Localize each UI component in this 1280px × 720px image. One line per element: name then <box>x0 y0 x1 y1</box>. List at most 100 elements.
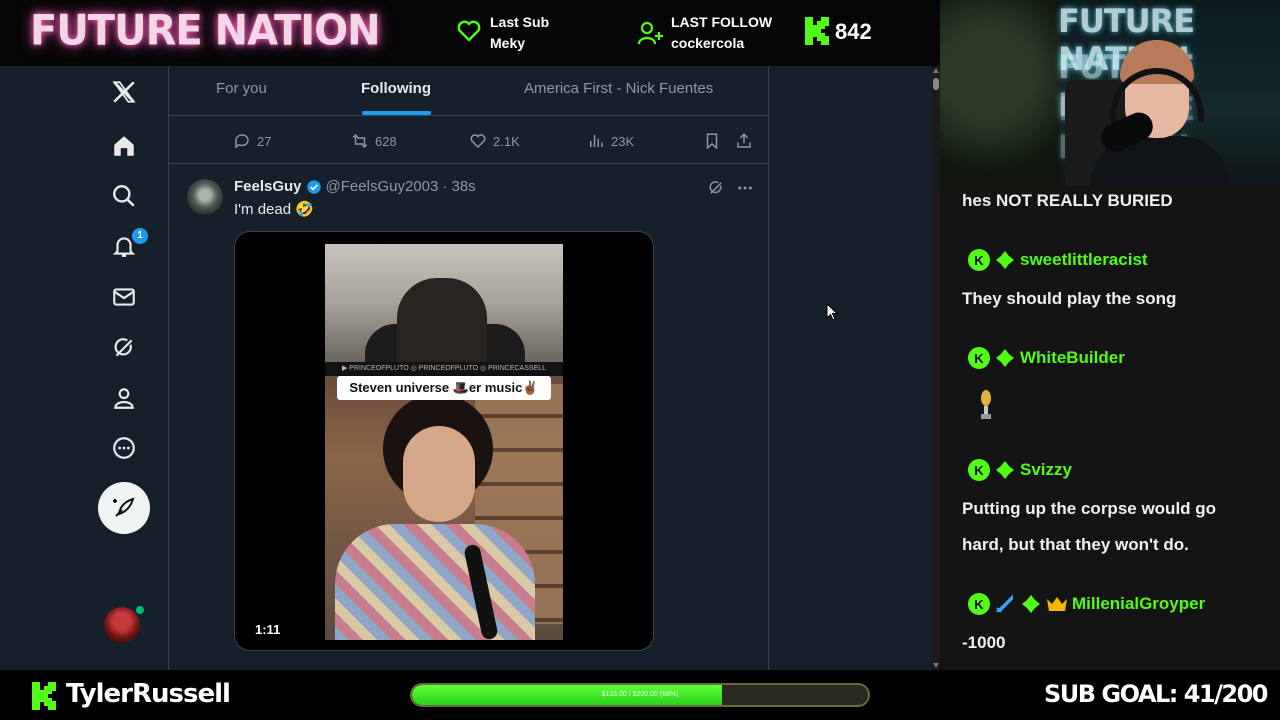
sword-badge-icon <box>994 593 1016 615</box>
compose-post-button[interactable] <box>98 482 150 534</box>
kick-logo-icon <box>805 17 829 45</box>
last-sub-label: Last Sub <box>490 14 550 30</box>
bookmark-icon <box>706 133 718 150</box>
tab-america-first-list[interactable]: America First - Nick Fuentes <box>524 80 713 97</box>
analytics-icon <box>590 135 603 147</box>
x-logo-icon[interactable] <box>108 76 140 108</box>
grok-explain-icon[interactable] <box>707 179 725 197</box>
browser-scrollbar[interactable] <box>932 66 940 670</box>
repost-count: 628 <box>375 133 397 149</box>
timeline-column: 27 628 2.1K 23K FeelsGuy @FeelsGuy2003 ·… <box>168 66 769 670</box>
last-sub-name: Meky <box>490 35 526 51</box>
mail-icon[interactable] <box>108 281 140 313</box>
chat-message-text: hes NOT REALLY BURIED <box>962 191 1173 210</box>
video-person-face <box>403 426 475 522</box>
heart-icon <box>470 134 486 149</box>
post-text: I'm dead 🤣 <box>234 201 314 218</box>
search-icon[interactable] <box>108 180 140 212</box>
online-status-dot <box>136 606 144 614</box>
heart-icon <box>456 20 482 48</box>
reply-icon <box>235 134 249 149</box>
grok-icon[interactable] <box>108 332 140 364</box>
kick-badge-icon: K <box>968 459 990 481</box>
more-circle-icon[interactable] <box>108 432 140 464</box>
stream-bottom-bar: TylerRussell $133.00 / $200.00 (68%) SUB… <box>0 670 1280 720</box>
repost-button[interactable]: 628 <box>351 132 397 150</box>
timeline-tabs: For you Following America First - Nick F… <box>169 66 768 116</box>
video-social-strip: ▶ PRINCEOFPLUTO ◎ PRINCEOFPLUTO ◎ PRINCE… <box>325 362 563 376</box>
account-avatar[interactable] <box>104 607 140 643</box>
chat-username[interactable]: Svizzy <box>1020 460 1072 480</box>
kick-badge-icon: K <box>968 593 990 615</box>
sub-diamond-icon <box>994 249 1016 271</box>
video-frame: ▶ PRINCEOFPLUTO ◎ PRINCEOFPLUTO ◎ PRINCE… <box>325 244 563 640</box>
channel-name: TylerRussell <box>66 679 231 709</box>
brand-logo: FUTURE NATION <box>30 6 381 56</box>
webcam-plant <box>940 0 1060 186</box>
post-video[interactable]: ▶ PRINCEOFPLUTO ◎ PRINCEOFPLUTO ◎ PRINCE… <box>234 231 654 651</box>
stream-top-bar: FUTURE NATION Last Sub Meky LAST FOLLOW … <box>0 0 940 66</box>
sub-diamond-icon <box>994 459 1016 481</box>
home-icon[interactable] <box>108 130 140 162</box>
video-duration: 1:11 <box>255 622 281 637</box>
kick-badge-icon: K <box>968 249 990 271</box>
donation-goal-text: $133.00 / $200.00 (68%) <box>601 691 679 698</box>
scroll-up-arrow-icon[interactable] <box>933 68 939 73</box>
stream-chat: hes NOT REALLY BURIED K sweetlittleracis… <box>940 186 1280 670</box>
chat-emote-icon <box>981 390 991 419</box>
video-person-shirt-2 <box>335 524 535 640</box>
view-count: 23K <box>611 133 635 149</box>
chat-message-text: Putting up the corpse would go hard, but… <box>962 499 1217 554</box>
post-author-name[interactable]: FeelsGuy <box>234 178 302 195</box>
mouse-cursor-icon <box>826 303 838 321</box>
scroll-down-arrow-icon[interactable] <box>933 663 939 668</box>
video-caption: Steven universe 🎩er music✌🏾 <box>337 376 551 400</box>
chat-message-user[interactable]: K WhiteBuilder <box>968 347 1125 369</box>
notification-badge: 1 <box>132 228 148 244</box>
profile-icon[interactable] <box>108 382 140 414</box>
chat-message-user[interactable]: K MillenialGroyper <box>968 593 1205 615</box>
compose-feather-icon <box>113 497 135 517</box>
post-timestamp[interactable]: · 38s <box>442 178 475 195</box>
share-button[interactable] <box>735 132 753 150</box>
scrollbar-thumb[interactable] <box>933 78 939 90</box>
last-follow-label: LAST FOLLOW <box>671 14 773 30</box>
reply-count: 27 <box>257 133 272 149</box>
kick-badge-icon: K <box>968 347 990 369</box>
more-options-icon[interactable] <box>735 179 755 197</box>
previous-post-actions: 27 628 2.1K 23K <box>169 122 768 164</box>
video-top-scene <box>325 244 563 378</box>
last-follow-name: cockercola <box>671 35 745 51</box>
tab-following[interactable]: Following <box>361 80 431 97</box>
kick-logo-icon <box>32 682 56 710</box>
post-card[interactable]: FeelsGuy @FeelsGuy2003 · 38s I'm dead 🤣 … <box>169 165 768 670</box>
chat-message-user[interactable]: K Svizzy <box>968 459 1072 481</box>
chat-message-user[interactable]: K sweetlittleracist <box>968 249 1148 271</box>
x-sidebar-nav: 1 <box>0 66 168 670</box>
share-icon <box>737 133 751 148</box>
kick-count-value: 842 <box>835 19 872 44</box>
user-plus-icon <box>637 20 665 52</box>
views-button[interactable]: 23K <box>587 132 634 150</box>
like-count: 2.1K <box>493 133 520 149</box>
like-button[interactable]: 2.1K <box>469 132 520 150</box>
reply-button[interactable]: 27 <box>233 132 271 150</box>
post-author-handle[interactable]: @FeelsGuy2003 <box>326 178 439 195</box>
verified-badge-icon <box>306 179 321 194</box>
sub-diamond-icon <box>994 347 1016 369</box>
sub-diamond-icon <box>1020 593 1042 615</box>
donation-goal-bar: $133.00 / $200.00 (68%) <box>410 683 870 707</box>
post-author-avatar[interactable] <box>187 179 223 215</box>
crown-badge-icon <box>1046 593 1068 615</box>
chat-username[interactable]: MillenialGroyper <box>1072 594 1205 614</box>
repost-icon <box>352 133 368 149</box>
bookmark-button[interactable] <box>703 132 721 150</box>
active-tab-indicator <box>362 111 431 115</box>
chat-username[interactable]: WhiteBuilder <box>1020 348 1125 368</box>
chat-message-text: -1000 <box>962 633 1006 652</box>
chat-username[interactable]: sweetlittleracist <box>1020 250 1148 270</box>
notifications-bell-icon[interactable]: 1 <box>108 228 148 262</box>
post-header: FeelsGuy @FeelsGuy2003 · 38s <box>234 178 476 195</box>
x-app-window: 1 27 628 2.1K 23K FeelsGuy @FeelsGuy2003… <box>0 66 940 670</box>
tab-for-you[interactable]: For you <box>216 80 267 97</box>
